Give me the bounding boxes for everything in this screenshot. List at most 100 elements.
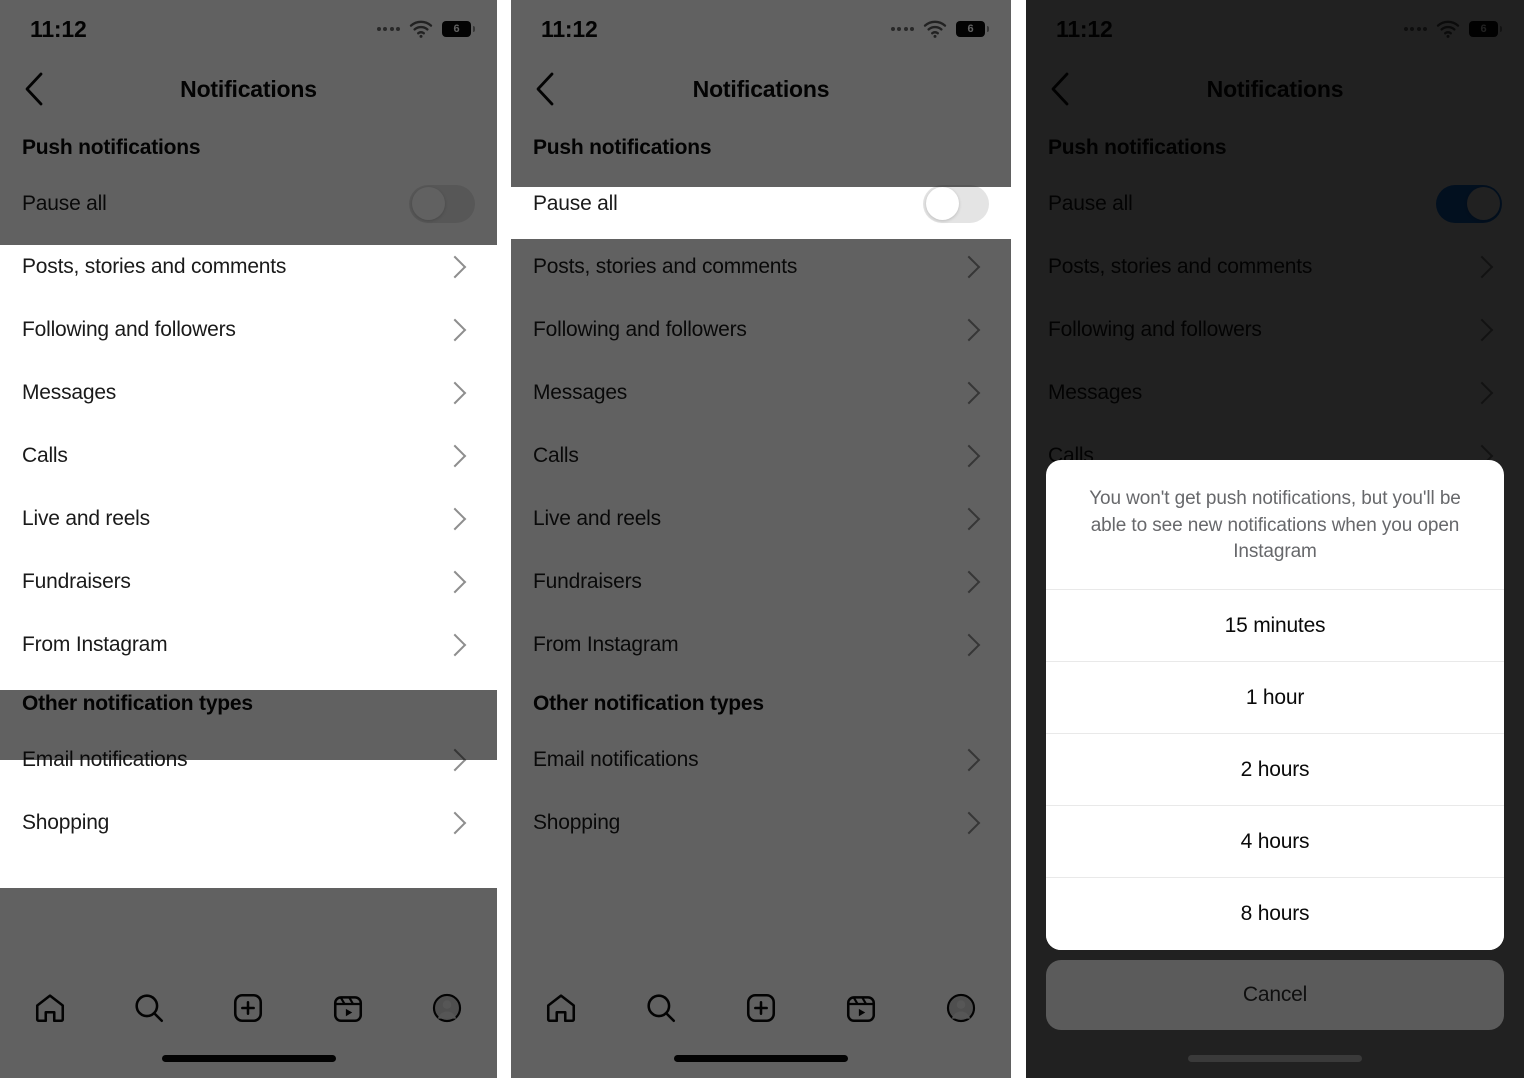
section-header-other: Other notification types — [533, 692, 764, 715]
pause-duration-action-sheet: You won't get push notifications, but yo… — [1026, 460, 1524, 1078]
chevron-right-icon — [957, 811, 981, 834]
pause-all-toggle[interactable] — [1436, 184, 1502, 223]
list-item-label: Email notifications — [22, 747, 188, 771]
reels-icon[interactable] — [835, 982, 887, 1034]
toggle-knob — [925, 187, 959, 220]
toggle-knob — [411, 187, 445, 220]
pause-all-toggle[interactable] — [409, 184, 475, 223]
list-item[interactable]: Posts, stories and comments — [511, 235, 1011, 298]
list-item-label: Shopping — [22, 810, 110, 834]
list-item-label: Live and reels — [533, 506, 661, 530]
search-icon[interactable] — [123, 982, 175, 1034]
chevron-right-icon — [443, 381, 467, 404]
pause-all-label: Pause all — [533, 191, 618, 215]
home-icon[interactable] — [24, 982, 76, 1034]
add-post-icon[interactable] — [222, 982, 274, 1034]
list-item[interactable]: Calls — [0, 424, 497, 487]
list-item-label: Shopping — [533, 810, 621, 834]
phone-panel-3: 11:12 6 Notifications Push notifications… — [1026, 0, 1524, 1078]
chevron-left-icon[interactable] — [523, 67, 567, 111]
signal-dots-icon — [1403, 27, 1427, 31]
list-item[interactable]: Messages — [511, 361, 1011, 424]
action-sheet-option-1-hour[interactable]: 1 hour — [1046, 662, 1504, 734]
list-item[interactable]: Email notifications — [511, 728, 1011, 791]
chevron-right-icon — [957, 381, 981, 404]
list-item-label: Following and followers — [1048, 317, 1262, 341]
list-item[interactable]: Following and followers — [1026, 298, 1524, 361]
status-bar-indicators: 6 — [1403, 20, 1502, 38]
status-bar: 11:12 6 — [511, 0, 1011, 58]
status-bar-indicators: 6 — [376, 20, 475, 38]
nav-bar: Notifications — [511, 58, 1011, 120]
search-icon[interactable] — [635, 982, 687, 1034]
list-item[interactable]: Email notifications — [0, 728, 497, 791]
list-item[interactable]: Shopping — [511, 791, 1011, 854]
list-item-label: Calls — [533, 443, 579, 467]
status-bar-time: 11:12 — [30, 15, 87, 42]
chevron-left-icon[interactable] — [12, 67, 56, 111]
list-item[interactable]: From Instagram — [0, 613, 497, 676]
instagram-notifications-screen-3: 11:12 6 Notifications Push notifications… — [1026, 0, 1524, 1078]
home-indicator — [161, 1055, 336, 1062]
status-bar: 11:12 6 — [0, 0, 497, 58]
chevron-left-icon[interactable] — [1038, 67, 1082, 111]
reels-icon[interactable] — [322, 982, 374, 1034]
list-item-label: Following and followers — [533, 317, 747, 341]
list-item[interactable]: From Instagram — [511, 613, 1011, 676]
action-sheet-message: You won't get push notifications, but yo… — [1046, 460, 1504, 590]
list-item[interactable]: Posts, stories and comments — [0, 235, 497, 298]
chevron-right-icon — [957, 318, 981, 341]
action-sheet-option-15-minutes[interactable]: 15 minutes — [1046, 590, 1504, 662]
chevron-right-icon — [957, 570, 981, 593]
status-bar-indicators: 6 — [890, 20, 989, 38]
action-sheet-option-2-hours[interactable]: 2 hours — [1046, 734, 1504, 806]
nav-bar: Notifications — [0, 58, 497, 120]
wifi-icon — [1436, 20, 1460, 38]
action-sheet-option-4-hours[interactable]: 4 hours — [1046, 806, 1504, 878]
list-item-label: Live and reels — [22, 506, 150, 530]
home-icon[interactable] — [535, 982, 587, 1034]
list-item-label: From Instagram — [533, 632, 679, 656]
list-item-label: Email notifications — [533, 747, 699, 771]
list-item[interactable]: Live and reels — [0, 487, 497, 550]
list-item[interactable]: Messages — [1026, 361, 1524, 424]
pause-all-toggle[interactable] — [923, 184, 989, 223]
list-item[interactable]: Messages — [0, 361, 497, 424]
chevron-right-icon — [443, 570, 467, 593]
list-item[interactable]: Live and reels — [511, 487, 1011, 550]
list-item[interactable]: Shopping — [0, 791, 497, 854]
profile-avatar-icon[interactable] — [421, 982, 473, 1034]
battery-level: 6 — [1480, 22, 1487, 35]
add-post-icon[interactable] — [735, 982, 787, 1034]
list-item-label: Messages — [533, 380, 628, 404]
chevron-right-icon — [443, 811, 467, 834]
row-pause-all[interactable]: Pause all — [1026, 172, 1524, 235]
list-item-label: Fundraisers — [533, 569, 642, 593]
section-header-push: Push notifications — [22, 136, 201, 159]
other-notification-list: Email notifications Shopping — [511, 728, 1011, 854]
list-item-label: Calls — [22, 443, 68, 467]
section-header-push: Push notifications — [1048, 136, 1227, 159]
list-item-label: Posts, stories and comments — [1048, 254, 1313, 278]
list-item[interactable]: Posts, stories and comments — [1026, 235, 1524, 298]
list-item-label: Posts, stories and comments — [22, 254, 287, 278]
chevron-right-icon — [1470, 381, 1494, 404]
profile-avatar-icon[interactable] — [935, 982, 987, 1034]
list-item[interactable]: Following and followers — [0, 298, 497, 361]
row-pause-all[interactable]: Pause all — [511, 172, 1011, 235]
list-item[interactable]: Fundraisers — [0, 550, 497, 613]
list-item-label: Posts, stories and comments — [533, 254, 798, 278]
row-pause-all[interactable]: Pause all — [0, 172, 497, 235]
pause-all-label: Pause all — [22, 191, 107, 215]
battery-icon: 6 — [956, 21, 989, 37]
list-item[interactable]: Fundraisers — [511, 550, 1011, 613]
cancel-button[interactable]: Cancel — [1046, 960, 1504, 1030]
list-item[interactable]: Calls — [511, 424, 1011, 487]
signal-dots-icon — [376, 27, 400, 31]
other-notification-list: Email notifications Shopping — [0, 728, 497, 854]
action-sheet-option-8-hours[interactable]: 8 hours — [1046, 878, 1504, 950]
list-item[interactable]: Following and followers — [511, 298, 1011, 361]
home-indicator — [1188, 1055, 1362, 1062]
page-title: Notifications — [692, 75, 830, 102]
status-bar-time: 11:12 — [541, 15, 598, 42]
